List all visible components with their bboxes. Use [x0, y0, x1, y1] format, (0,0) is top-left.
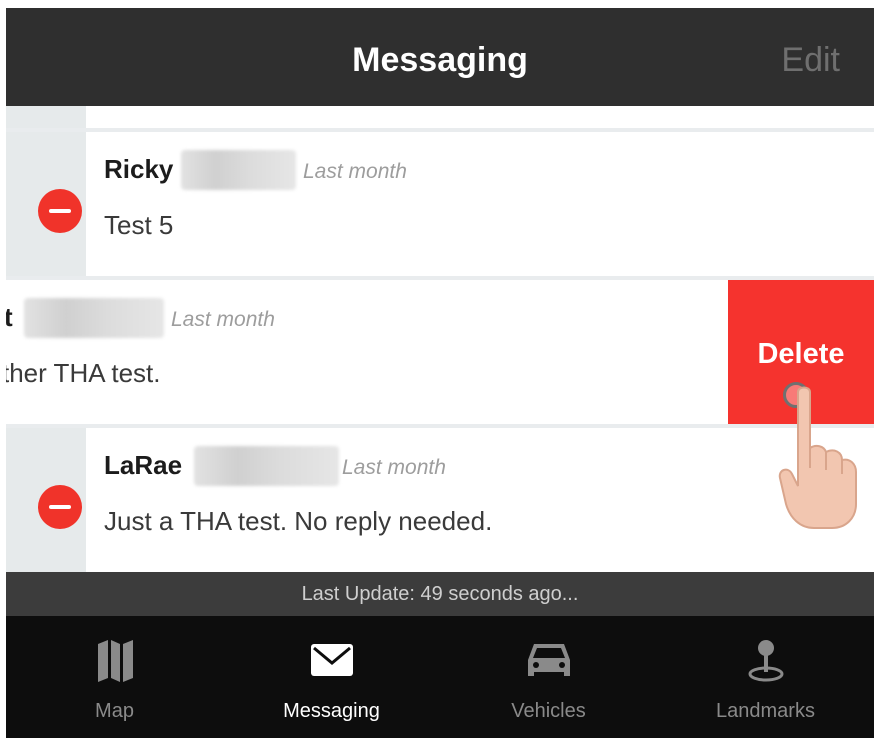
tab-label: Messaging	[283, 700, 380, 722]
envelope-icon	[310, 644, 353, 676]
message-time: Last month	[303, 160, 407, 183]
message-list: Ricky Last month Test 5 t Last month the…	[6, 106, 874, 572]
message-time: Last month	[342, 456, 446, 479]
tab-label: Landmarks	[716, 700, 815, 722]
message-preview: Just a THA test. No reply needed.	[104, 506, 493, 536]
page-title: Messaging	[352, 41, 528, 79]
message-row-swiped[interactable]: t Last month ther THA test. Delete	[6, 280, 874, 426]
landmark-pin-icon	[748, 640, 783, 682]
tab-bar: Map Messaging Vehicles Landmarks	[6, 616, 874, 738]
redacted-surname	[181, 150, 296, 190]
pointing-hand-icon	[778, 386, 857, 529]
tab-messaging[interactable]: Messaging	[223, 616, 440, 738]
sender-name: LaRae	[104, 450, 183, 480]
tab-vehicles[interactable]: Vehicles	[440, 616, 657, 738]
message-time: Last month	[171, 308, 275, 331]
status-bar: Last Update: 49 seconds ago...	[6, 572, 874, 616]
delete-toggle-icon[interactable]	[38, 485, 82, 529]
tab-label: Vehicles	[511, 700, 586, 722]
delete-toggle-icon[interactable]	[38, 189, 82, 233]
redacted-surname	[24, 298, 164, 338]
message-preview: ther THA test.	[6, 358, 161, 388]
delete-label: Delete	[757, 338, 845, 370]
nav-bar: Messaging Edit	[6, 8, 874, 106]
list-top-strip	[6, 106, 874, 128]
redacted-surname	[194, 446, 339, 486]
message-row[interactable]: LaRae Last month Just a THA test. No rep…	[6, 428, 874, 572]
app-screen: Messaging Edit Ricky Last month Test 5 t…	[6, 8, 874, 738]
sender-name: t	[6, 302, 13, 332]
tab-label: Map	[95, 700, 134, 722]
last-update-text: Last Update: 49 seconds ago...	[301, 583, 579, 605]
tab-landmarks[interactable]: Landmarks	[657, 616, 874, 738]
edit-button[interactable]: Edit	[781, 41, 840, 80]
message-row[interactable]: Ricky Last month Test 5	[6, 132, 874, 276]
message-preview: Test 5	[104, 210, 174, 240]
car-icon	[527, 644, 570, 676]
map-icon	[97, 640, 133, 682]
tab-map[interactable]: Map	[6, 616, 223, 738]
sender-name: Ricky	[104, 154, 174, 184]
